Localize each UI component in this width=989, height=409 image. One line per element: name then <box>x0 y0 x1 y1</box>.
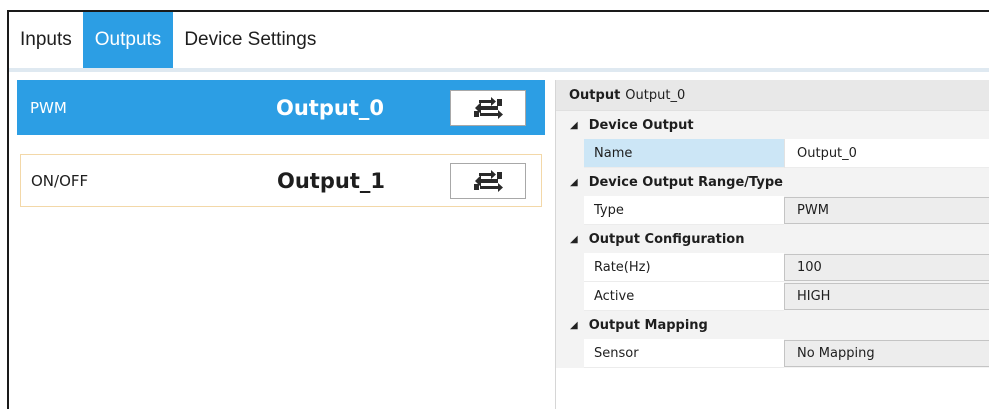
toggle-type-button[interactable] <box>450 162 526 199</box>
property-label[interactable]: Type <box>584 196 784 225</box>
property-row-name: Name Output_0 <box>556 139 989 168</box>
triangle-down-icon: ◢ <box>570 233 578 245</box>
rate-dropdown[interactable]: 100 <box>784 254 989 281</box>
property-object-name: Output_0 <box>625 87 686 103</box>
property-label[interactable]: Active <box>584 282 784 311</box>
tab-device-settings[interactable]: Device Settings <box>173 12 327 68</box>
category-title: Output Configuration <box>588 231 745 247</box>
property-row-active: Active HIGH <box>556 282 989 311</box>
category-output-mapping[interactable]: ◢ Output Mapping <box>556 311 989 339</box>
property-grid: Output Output_0 ◢ Device Output Name Out… <box>555 80 989 409</box>
sensor-dropdown[interactable]: No Mapping <box>784 340 989 367</box>
output-name-label: Output_0 <box>276 95 384 120</box>
output-type-label: PWM <box>30 98 67 117</box>
output-name-label: Output_1 <box>277 168 385 193</box>
property-label[interactable]: Sensor <box>584 339 784 368</box>
property-grid-header: Output Output_0 <box>556 80 989 111</box>
tab-bar: Inputs Outputs Device Settings <box>9 12 989 68</box>
output-type-label: ON/OFF <box>31 171 89 190</box>
triangle-down-icon: ◢ <box>570 319 578 331</box>
swap-arrows-icon <box>474 96 503 119</box>
tab-outputs[interactable]: Outputs <box>82 12 174 68</box>
property-row-type: Type PWM <box>556 196 989 225</box>
property-label[interactable]: Name <box>584 139 784 168</box>
property-object-type: Output <box>569 87 621 103</box>
property-label[interactable]: Rate(Hz) <box>584 253 784 282</box>
active-dropdown[interactable]: HIGH <box>784 283 989 310</box>
triangle-down-icon: ◢ <box>570 119 578 131</box>
name-field[interactable]: Output_0 <box>784 139 989 168</box>
category-title: Output Mapping <box>588 317 708 333</box>
category-title: Device Output Range/Type <box>588 174 783 190</box>
category-device-output-range-type[interactable]: ◢ Device Output Range/Type <box>556 168 989 196</box>
category-device-output[interactable]: ◢ Device Output <box>556 111 989 139</box>
app-frame: Inputs Outputs Device Settings PWM Outpu… <box>7 10 989 409</box>
category-title: Device Output <box>588 117 694 133</box>
property-row-sensor: Sensor No Mapping <box>556 339 989 368</box>
output-row-1[interactable]: ON/OFF Output_1 <box>20 154 542 207</box>
property-row-rate: Rate(Hz) 100 <box>556 253 989 282</box>
type-dropdown[interactable]: PWM <box>784 197 989 224</box>
triangle-down-icon: ◢ <box>570 176 578 188</box>
output-row-0[interactable]: PWM Output_0 <box>17 80 545 135</box>
toggle-type-button[interactable] <box>450 89 526 126</box>
swap-arrows-icon <box>474 169 503 192</box>
outputs-list: PWM Output_0 ON/OFF Output_1 <box>9 72 554 409</box>
category-output-configuration[interactable]: ◢ Output Configuration <box>556 225 989 253</box>
tab-inputs[interactable]: Inputs <box>9 12 83 68</box>
